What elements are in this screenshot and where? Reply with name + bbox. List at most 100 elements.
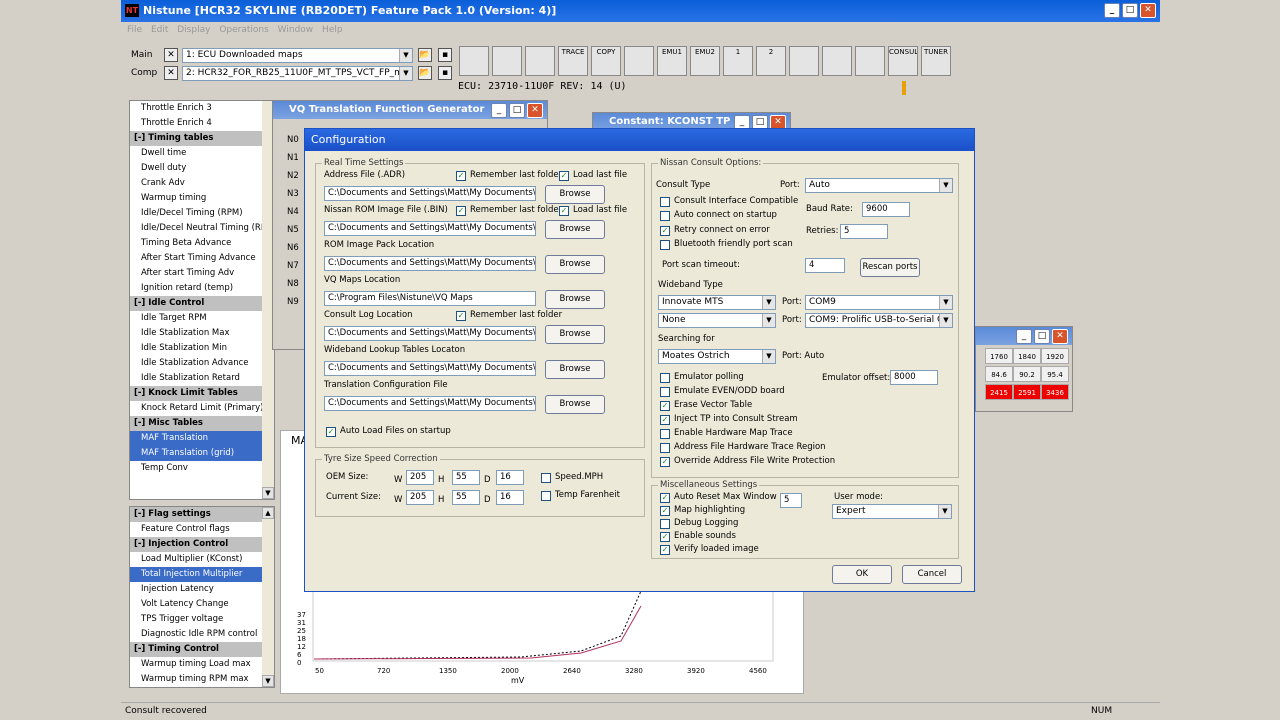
browse-button[interactable]: Browse [545,290,605,309]
remember-folder-checkbox[interactable]: ✓ [456,171,466,181]
oem-height-input[interactable]: 55 [452,470,480,485]
vq-minimize-button[interactable]: _ [491,103,507,118]
trace-icon[interactable]: TRACE [558,46,588,76]
menu-help[interactable]: Help [322,25,343,35]
menu-operations[interactable]: Operations [219,25,268,35]
wideband-type2-select[interactable]: None ▼ [658,313,776,328]
tree-item[interactable]: After start Timing Adv [130,266,274,281]
baud-rate-input[interactable]: 9600 [862,202,910,217]
table-cell[interactable]: 1920 [1041,348,1069,364]
searching-for-select[interactable]: Moates Ostrich ▼ [658,349,776,364]
auto-load-checkbox[interactable]: ✓ [326,427,336,437]
load-last-checkbox[interactable]: ✓ [559,206,569,216]
vq-maximize-button[interactable]: □ [509,103,525,118]
cancel-button[interactable]: Cancel [902,565,962,584]
consult-icon[interactable]: CONSULT [888,46,918,76]
tool2-icon[interactable]: 2 [756,46,786,76]
auto-reset-input[interactable]: 5 [780,493,802,508]
tree-item[interactable]: After Start Timing Advance [130,251,274,266]
oem-diameter-input[interactable]: 16 [496,470,524,485]
tree-item[interactable]: Dwell duty [130,161,274,176]
tree-item[interactable]: Timing Beta Advance [130,236,274,251]
vq-close-button[interactable]: ✕ [527,103,543,118]
fuel-icon[interactable] [855,46,885,76]
table-cell[interactable]: 90.2 [1013,366,1041,382]
tree-item[interactable]: Idle/Decel Neutral Timing (RPM) [130,221,274,236]
debug-checkbox[interactable]: ✓ [660,519,670,529]
tree-item[interactable]: Throttle Enrich 3 [130,101,274,116]
rescan-ports-button[interactable]: Rescan ports [860,258,920,277]
tree-item[interactable]: Dwell time [130,146,274,161]
emu1-icon[interactable]: EMU1 [657,46,687,76]
emu2-icon[interactable]: EMU2 [690,46,720,76]
browse-button[interactable]: Browse [545,360,605,379]
green-circle-icon[interactable] [789,46,819,76]
tree-item[interactable]: Diagnostic Idle RPM control [130,627,274,642]
browse-button[interactable]: Browse [545,255,605,274]
remember-folder-checkbox[interactable]: ✓ [456,206,466,216]
remember-folder-checkbox[interactable]: ✓ [456,311,466,321]
emeven-checkbox[interactable]: ✓ [660,387,670,397]
tree-item[interactable]: Idle Stablization Max [130,326,274,341]
browse-button[interactable]: Browse [545,185,605,204]
tree-item[interactable]: Knock Retard Limit (Primary) [130,401,274,416]
comp-clear-button[interactable]: ✕ [164,66,178,80]
table-minimize-button[interactable]: _ [1016,329,1032,344]
close-button[interactable]: ✕ [1140,3,1156,18]
tree-item[interactable]: Ignition retard (temp) [130,281,274,296]
menu-display[interactable]: Display [177,25,210,35]
table-cell[interactable]: 3436 [1041,384,1069,400]
save-icon[interactable]: ▪ [438,48,452,62]
oem-width-input[interactable]: 205 [406,470,434,485]
table-maximize-button[interactable]: □ [1034,329,1050,344]
retry-checkbox[interactable]: ✓ [660,226,670,236]
file-path-input[interactable]: C:\Documents and Settings\Matt\My Docume… [324,256,536,271]
tree-item[interactable]: Throttle Enrich 4 [130,116,274,131]
inject-checkbox[interactable]: ✓ [660,415,670,425]
tree-item[interactable]: Warmup timing Load max [130,657,274,672]
compat-checkbox[interactable]: ✓ [660,197,670,207]
hwtrace-checkbox[interactable]: ✓ [660,429,670,439]
temp-farenheit-checkbox[interactable] [541,491,551,501]
tree-item[interactable]: Load Multiplier (KConst) [130,552,274,567]
wideband-port2-select[interactable]: COM9: Prolific USB-to-Serial Comm ▼ [805,313,953,328]
file-path-input[interactable]: C:\Documents and Settings\Matt\My Docume… [324,326,536,341]
table-cell[interactable]: 2415 [985,384,1013,400]
load-last-checkbox[interactable]: ✓ [559,171,569,181]
user-mode-select[interactable]: Expert ▼ [832,504,952,519]
knob-icon[interactable] [459,46,489,76]
table-cell[interactable]: 2591 [1013,384,1041,400]
comp-map-select[interactable]: 2: HCR32_FOR_RB25_11U0F_MT_TPS_VCT_FP_ma… [182,66,413,81]
maximize-button[interactable]: □ [1122,3,1138,18]
file-path-input[interactable]: C:\Documents and Settings\Matt\My Docume… [324,361,536,376]
empoll-checkbox[interactable]: ✓ [660,373,670,383]
tree-item[interactable]: Idle Stablization Retard [130,371,274,386]
open-folder-compare-icon[interactable]: 📂 [418,66,432,80]
tree-item[interactable]: Warmup timing [130,191,274,206]
sounds-checkbox[interactable]: ✓ [660,532,670,542]
retries-input[interactable]: 5 [840,224,888,239]
erase-checkbox[interactable]: ✓ [660,401,670,411]
maphl-checkbox[interactable]: ✓ [660,506,670,516]
file-path-input[interactable]: C:\Documents and Settings\Matt\My Docume… [324,221,536,236]
menu-edit[interactable]: Edit [151,25,168,35]
scroll-up-icon[interactable]: ▲ [262,507,274,519]
save-compare-icon[interactable]: ▪ [438,66,452,80]
tree-item[interactable]: Temp Conv [130,461,274,476]
main-map-select[interactable]: 1: ECU Downloaded maps ▼ [182,48,413,63]
scroll-down-icon[interactable]: ▼ [262,675,274,687]
tree-item[interactable]: Total Injection Multiplier [130,567,274,582]
dots-icon[interactable] [492,46,522,76]
browse-button[interactable]: Browse [545,220,605,239]
bt-checkbox[interactable]: ✓ [660,240,670,250]
autoconn-checkbox[interactable]: ✓ [660,211,670,221]
current-width-input[interactable]: 205 [406,490,434,505]
current-diameter-input[interactable]: 16 [496,490,524,505]
ok-button[interactable]: OK [832,565,892,584]
addrtrace-checkbox[interactable]: ✓ [660,443,670,453]
table-close-button[interactable]: ✕ [1052,329,1068,344]
tree-item[interactable]: Feature Control flags [130,522,274,537]
menu-window[interactable]: Window [278,25,314,35]
tree-item[interactable]: Idle Stablization Min [130,341,274,356]
file-path-input[interactable]: C:\Documents and Settings\Matt\My Docume… [324,186,536,201]
